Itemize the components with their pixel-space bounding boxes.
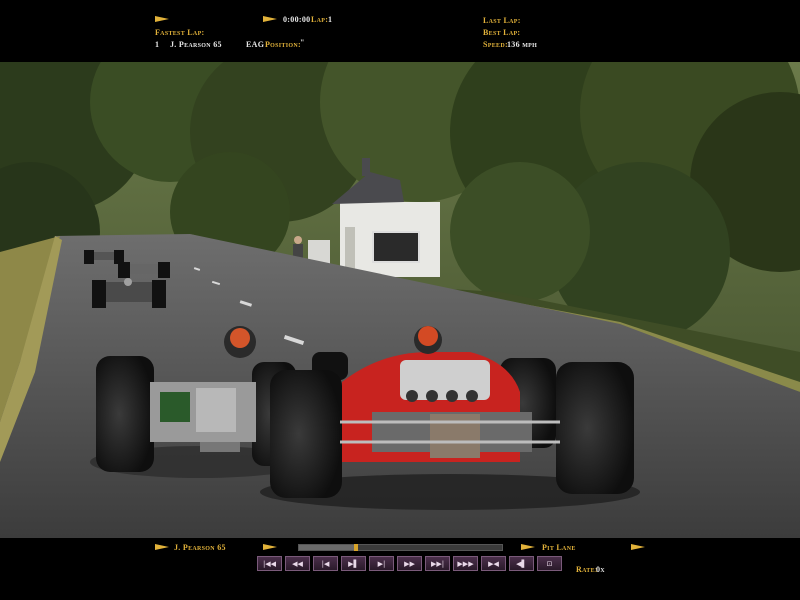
replay-control-button[interactable]: ▶▶ bbox=[397, 556, 422, 571]
replay-progress-bar[interactable] bbox=[298, 544, 503, 551]
last-lap-label: Last Lap: bbox=[483, 16, 521, 25]
replay-control-button[interactable]: ◀▌ bbox=[509, 556, 534, 571]
replay-control-button[interactable]: |◀ bbox=[313, 556, 338, 571]
rate-label: Rate: bbox=[576, 565, 598, 574]
replay-progress-handle[interactable] bbox=[353, 544, 358, 551]
fastest-lap-label: Fastest Lap: bbox=[155, 28, 205, 37]
fastest-lap-driver: J. Pearson 65 bbox=[170, 40, 222, 49]
speed-value: 136 mph bbox=[507, 40, 538, 49]
pennant-icon bbox=[263, 544, 277, 550]
driver-name[interactable]: J. Pearson 65 bbox=[174, 543, 226, 552]
top-hud: 0:00:00 Lap: 1 Fastest Lap: 1 J. Pearson… bbox=[0, 0, 800, 62]
lap-value: 1 bbox=[328, 15, 333, 24]
replay-control-button[interactable]: |◀◀ bbox=[257, 556, 282, 571]
pit-lane-label[interactable]: Pit Lane bbox=[542, 543, 576, 552]
pennant-icon bbox=[155, 544, 169, 550]
pennant-icon bbox=[263, 16, 277, 22]
race-timer: 0:00:00 bbox=[283, 15, 311, 24]
position-label: Position: bbox=[265, 40, 301, 49]
replay-control-button[interactable]: ▶▌ bbox=[341, 556, 366, 571]
best-lap-label: Best Lap: bbox=[483, 28, 521, 37]
replay-control-button[interactable]: ▶◀ bbox=[481, 556, 506, 571]
replay-control-button[interactable]: ▶▶▶ bbox=[453, 556, 478, 571]
fastest-lap-position: 1 bbox=[155, 40, 160, 49]
replay-control-button[interactable]: ◀◀ bbox=[285, 556, 310, 571]
lap-label: Lap: bbox=[311, 15, 329, 24]
replay-control-button[interactable]: ▶▶| bbox=[425, 556, 450, 571]
position-value: " bbox=[300, 38, 305, 47]
rate-value: 0x bbox=[596, 565, 605, 574]
fastest-lap-team: EAG bbox=[246, 40, 265, 49]
speed-label: Speed: bbox=[483, 40, 508, 49]
replay-progress-fill bbox=[299, 545, 356, 550]
replay-control-button[interactable]: ⊡ bbox=[537, 556, 562, 571]
replay-controls: |◀◀ ◀◀ |◀ ▶▌ ▶| ▶▶ ▶▶| ▶▶▶ ▶◀ ◀▌ ⊡ bbox=[257, 556, 562, 572]
pennant-icon bbox=[631, 544, 645, 550]
replay-control-button[interactable]: ▶| bbox=[369, 556, 394, 571]
race-scene bbox=[0, 62, 800, 538]
pennant-icon bbox=[155, 16, 169, 22]
pennant-icon bbox=[521, 544, 535, 550]
